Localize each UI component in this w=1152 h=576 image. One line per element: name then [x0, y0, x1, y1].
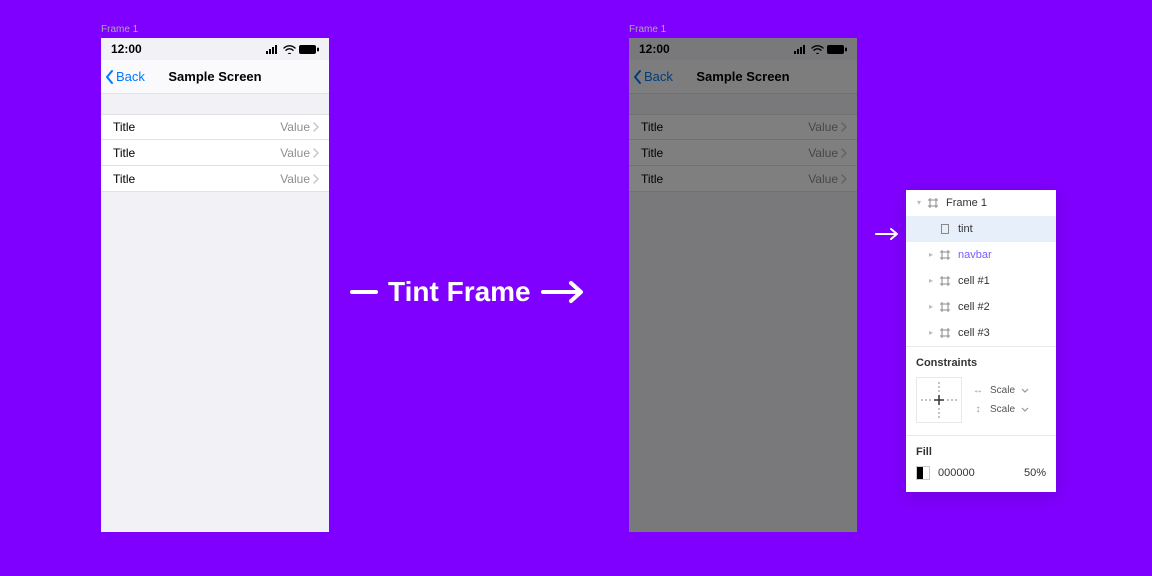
- status-bar: 12:00: [101, 38, 329, 60]
- constraint-v-select[interactable]: ↕ Scale: [972, 404, 1029, 415]
- disclosure-triangle-icon[interactable]: ▸: [928, 302, 934, 311]
- constraint-h-select[interactable]: ↔ Scale: [972, 385, 1029, 396]
- table-row[interactable]: Title Value: [101, 140, 329, 166]
- row-value: Value: [808, 146, 847, 160]
- constraints-title: Constraints: [916, 357, 1046, 369]
- back-button[interactable]: Back: [101, 69, 145, 84]
- phone-left: 12:00 Back Sample Screen Title Value Tit…: [101, 38, 329, 532]
- back-label: Back: [116, 69, 145, 84]
- chevron-right-icon: [841, 174, 847, 184]
- row-value: Value: [280, 172, 319, 186]
- fill-section: Fill 000000 50%: [906, 435, 1056, 492]
- chevron-right-icon: [313, 174, 319, 184]
- layer-row-tint[interactable]: tint: [906, 216, 1056, 242]
- wifi-icon: [811, 45, 824, 54]
- frame-label-left: Frame 1: [101, 24, 138, 35]
- nav-bar: Back Sample Screen: [629, 60, 857, 94]
- nav-bar: Back Sample Screen: [101, 60, 329, 94]
- constraint-v-value: Scale: [990, 404, 1015, 415]
- layer-name: tint: [958, 223, 1056, 235]
- layer-name: cell #1: [958, 275, 1056, 287]
- row-value: Value: [280, 120, 319, 134]
- row-value: Value: [808, 172, 847, 186]
- tint-overlay: [629, 38, 857, 532]
- row-title: Title: [113, 120, 135, 134]
- chevron-right-icon: [841, 122, 847, 132]
- constraint-h-value: Scale: [990, 385, 1015, 396]
- status-time: 12:00: [111, 42, 142, 56]
- panel-arrow: [875, 227, 899, 241]
- layer-name: Frame 1: [946, 197, 1056, 209]
- disclosure-triangle-icon[interactable]: ▸: [928, 250, 934, 259]
- disclosure-triangle-icon[interactable]: ▾: [916, 198, 922, 207]
- fill-hex[interactable]: 000000: [938, 467, 975, 479]
- chevron-left-icon: [105, 70, 115, 84]
- arrow-right-icon: [541, 280, 585, 304]
- row-title: Title: [113, 172, 135, 186]
- frame-label-right: Frame 1: [629, 24, 666, 35]
- table-row[interactable]: Title Value: [629, 166, 857, 192]
- fill-swatch[interactable]: [916, 466, 930, 480]
- signal-icon: [794, 45, 808, 54]
- phone-right: 12:00 Back Sample Screen Title Value Tit…: [629, 38, 857, 532]
- frame-icon: [940, 276, 952, 286]
- layer-row-cell1[interactable]: ▸ cell #1: [906, 268, 1056, 294]
- frame-icon: [940, 250, 952, 260]
- layer-name: cell #2: [958, 301, 1056, 313]
- battery-icon: [827, 45, 847, 54]
- center-label: Tint Frame: [388, 276, 531, 308]
- vertical-icon: ↕: [972, 404, 984, 415]
- layer-name: cell #3: [958, 327, 1056, 339]
- chevron-down-icon: [1021, 388, 1029, 394]
- arrow-right-icon: [875, 227, 899, 241]
- table: Title Value Title Value Title Value: [101, 114, 329, 192]
- status-bar: 12:00: [629, 38, 857, 60]
- layer-row-navbar[interactable]: ▸ navbar: [906, 242, 1056, 268]
- horizontal-icon: ↔: [972, 385, 984, 396]
- constraints-diagram[interactable]: [916, 377, 962, 423]
- dash-icon: [350, 290, 378, 294]
- back-label: Back: [644, 69, 673, 84]
- frame-icon: [940, 302, 952, 312]
- table-row[interactable]: Title Value: [101, 166, 329, 192]
- frame-icon: [940, 328, 952, 338]
- row-title: Title: [641, 172, 663, 186]
- chevron-right-icon: [313, 148, 319, 158]
- signal-icon: [266, 45, 280, 54]
- battery-icon: [299, 45, 319, 54]
- status-icons: [794, 45, 847, 54]
- status-icons: [266, 45, 319, 54]
- fill-opacity[interactable]: 50%: [1024, 467, 1046, 479]
- chevron-down-icon: [1021, 407, 1029, 413]
- constraints-section: Constraints ↔ Scale ↕: [906, 346, 1056, 435]
- chevron-right-icon: [841, 148, 847, 158]
- row-value: Value: [280, 146, 319, 160]
- chevron-left-icon: [633, 70, 643, 84]
- table-row[interactable]: Title Value: [629, 114, 857, 140]
- layer-row-frame[interactable]: ▾ Frame 1: [906, 190, 1056, 216]
- disclosure-triangle-icon[interactable]: ▸: [928, 328, 934, 337]
- table: Title Value Title Value Title Value: [629, 114, 857, 192]
- frame-icon: [928, 198, 940, 208]
- rectangle-icon: [940, 224, 952, 234]
- table-row[interactable]: Title Value: [629, 140, 857, 166]
- layer-row-cell3[interactable]: ▸ cell #3: [906, 320, 1056, 346]
- fill-title: Fill: [916, 446, 1046, 458]
- back-button[interactable]: Back: [629, 69, 673, 84]
- chevron-right-icon: [313, 122, 319, 132]
- status-time: 12:00: [639, 42, 670, 56]
- row-title: Title: [113, 146, 135, 160]
- table-row[interactable]: Title Value: [101, 114, 329, 140]
- row-title: Title: [641, 146, 663, 160]
- row-title: Title: [641, 120, 663, 134]
- disclosure-triangle-icon[interactable]: ▸: [928, 276, 934, 285]
- row-value: Value: [808, 120, 847, 134]
- layer-name: navbar: [958, 249, 1056, 261]
- wifi-icon: [283, 45, 296, 54]
- center-label-group: Tint Frame: [350, 276, 585, 308]
- design-panel: ▾ Frame 1 tint ▸ navbar ▸ cell #1 ▸ cell…: [906, 190, 1056, 492]
- layer-row-cell2[interactable]: ▸ cell #2: [906, 294, 1056, 320]
